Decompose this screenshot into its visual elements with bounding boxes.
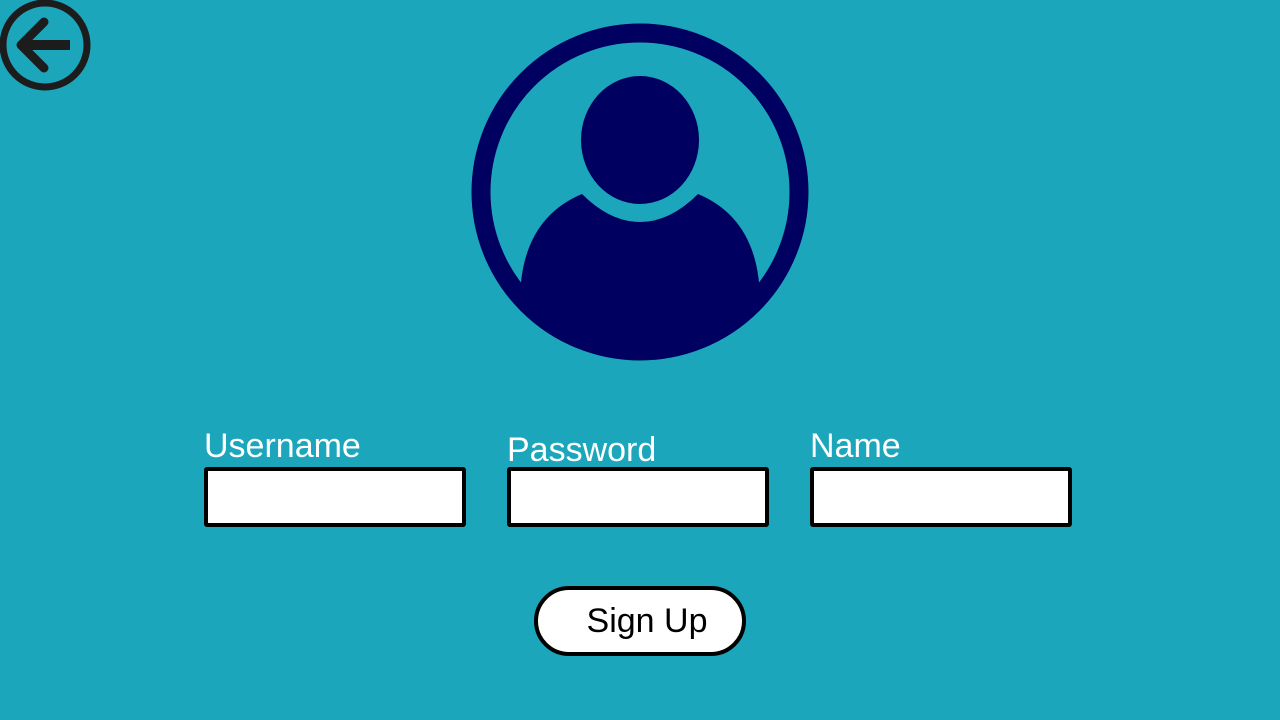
- profile-avatar: [470, 22, 810, 362]
- username-input[interactable]: [204, 467, 466, 527]
- user-avatar-icon: [471, 23, 809, 361]
- password-input[interactable]: [507, 467, 769, 527]
- username-label: Username: [204, 427, 361, 465]
- password-field-group: Password: [507, 426, 779, 536]
- back-button[interactable]: [0, 0, 92, 92]
- signup-screen: Username Password Name Sign Up: [0, 0, 1280, 720]
- name-field-group: Name: [810, 426, 1082, 536]
- password-label: Password: [507, 431, 657, 469]
- name-input[interactable]: [810, 467, 1072, 527]
- sign-up-button[interactable]: Sign Up: [534, 586, 746, 656]
- arrow-left-circle-icon: [0, 0, 91, 91]
- name-label: Name: [810, 427, 901, 465]
- username-field-group: Username: [204, 426, 476, 536]
